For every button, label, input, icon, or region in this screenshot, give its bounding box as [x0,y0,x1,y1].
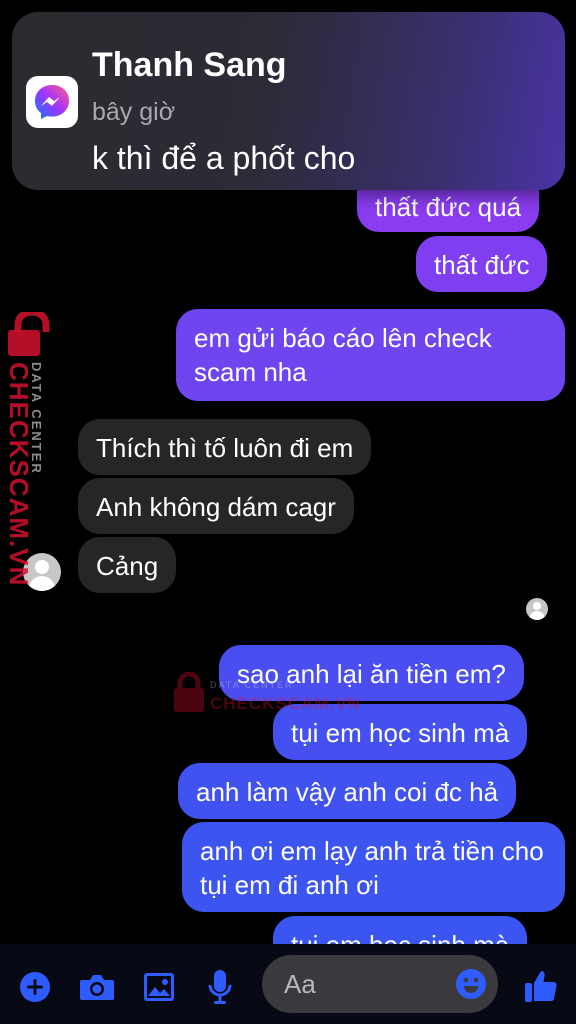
watermark-vertical: CHECKSCAM.VN DATA CENTER [4,308,64,592]
message-outgoing[interactable]: tụi em học sinh mà [273,704,528,760]
lock-icon [8,308,50,356]
smiley-icon [456,969,486,999]
chat-screen: thất đức quá thất đức em gửi báo cáo lên… [0,0,576,1024]
message-outgoing[interactable]: anh làm vậy anh coi đc hả [178,763,517,819]
plus-icon [20,972,50,1002]
message-outgoing[interactable]: thất đức [416,236,548,292]
message-outgoing[interactable]: anh ơi em lạy anh trả tiền cho tụi em đi… [182,822,565,912]
message-input-placeholder: Aa [284,969,316,999]
gallery-button[interactable] [142,970,176,1004]
message-incoming[interactable]: Anh không dám cagr [78,478,354,534]
emoji-button[interactable] [455,968,487,1000]
message-input[interactable]: Aa [262,955,498,1013]
contact-avatar[interactable] [23,553,61,591]
camera-icon [80,975,114,1000]
messenger-icon [26,76,78,128]
message-incoming[interactable]: Thích thì tố luôn đi em [78,419,372,475]
notification-banner[interactable]: Thanh Sang bây giờ k thì để a phốt cho [12,12,565,190]
notification-time: bây giờ [92,98,176,126]
notification-message: k thì để a phốt cho [92,140,356,176]
message-outgoing[interactable]: sao anh lại ăn tiền em? [219,645,524,701]
seen-receipt-avatar [526,598,548,620]
add-button[interactable] [18,970,52,1004]
like-button[interactable] [522,966,560,1006]
camera-button[interactable] [78,970,116,1004]
message-outgoing[interactable]: em gửi báo cáo lên check scam nha [176,309,565,401]
thumbs-up-icon [525,971,557,1002]
photo-icon [144,973,174,1001]
microphone-icon [208,970,232,1004]
message-incoming[interactable]: Cảng [78,537,177,593]
voice-button[interactable] [204,968,236,1006]
notification-sender: Thanh Sang [92,46,287,84]
